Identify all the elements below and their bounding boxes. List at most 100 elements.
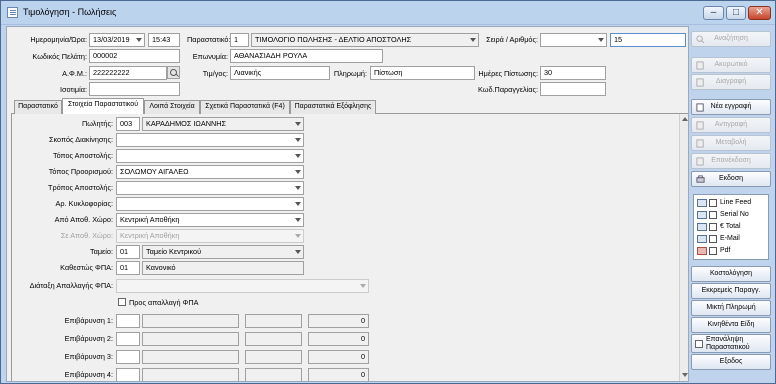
issue-button[interactable]: Εκδοση: [691, 171, 771, 187]
app-window: Τιμολόγηση - Πωλήσεις ‒ □ ✕ Ημερομηνία/Ώ…: [0, 0, 776, 384]
tab-related-documents[interactable]: Σχετικά Παραστατικά (F4): [200, 100, 290, 114]
afm-label: Α.Φ.Μ.:: [62, 69, 87, 78]
order-code-label: Κωδ.Παραγγελίας:: [477, 85, 538, 94]
name-field[interactable]: ΑΘΑΝΑΣΙΑΔΗ ΡΟΥΛΑ: [230, 49, 383, 63]
delete-button[interactable]: Διαγραφή: [691, 74, 771, 90]
credit-days-field[interactable]: 30: [540, 66, 606, 80]
close-button[interactable]: ✕: [748, 6, 771, 20]
copy-button[interactable]: Αντιγραφή: [691, 117, 771, 133]
charge-name-field: [142, 314, 239, 328]
time-field[interactable]: 15:43: [148, 33, 180, 47]
cash-code-field[interactable]: 01: [116, 245, 140, 259]
charge-code-field[interactable]: [116, 368, 140, 381]
vehicle-select[interactable]: [116, 197, 304, 211]
chevron-down-icon: [295, 122, 301, 126]
charge-value-field: 0: [308, 314, 369, 328]
minimize-button[interactable]: ‒: [703, 6, 724, 20]
afm-field[interactable]: 222222222: [89, 66, 167, 80]
doc-code-field[interactable]: 1: [230, 33, 249, 47]
charge-rate-field: [245, 368, 302, 381]
pricelist-field[interactable]: Λιανικής: [230, 66, 330, 80]
vat-exempt-select[interactable]: [116, 279, 369, 293]
reissue-button[interactable]: Επανέκδοση: [691, 153, 771, 169]
charge-code-field[interactable]: [116, 350, 140, 364]
order-code-field[interactable]: [540, 82, 606, 96]
main-form: Ημερομηνία/Ώρα: 13/03/2019 15:43 Παραστα…: [6, 26, 689, 382]
tab-payment-documents[interactable]: Παραστατικά Εξόφλησης: [290, 100, 376, 114]
action-sidebar: Αναζήτηση Ακυρωτικό Διαγραφή Νέα εγγραφή…: [689, 26, 774, 382]
date-field[interactable]: 13/03/2019: [89, 33, 145, 47]
doc-type-label: Παραστατικό:: [187, 35, 231, 44]
charge-name-field: [142, 368, 239, 381]
title-bar: Τιμολόγηση - Πωλήσεις ‒ □ ✕: [1, 1, 775, 25]
moved-items-button[interactable]: Κινηθέντα Είδη: [691, 317, 771, 333]
mixed-payment-button[interactable]: Μικτή Πληρωμή: [691, 300, 771, 316]
vat-exempt-checkbox[interactable]: [118, 298, 126, 306]
cancel-document-button[interactable]: Ακυρωτικό: [691, 57, 771, 73]
delete-icon: [696, 78, 704, 87]
charge-rate-field: [245, 332, 302, 346]
charge-value-field: 0: [308, 368, 369, 381]
payment-field[interactable]: Πίστωση: [370, 66, 475, 80]
serial-no-icon: [697, 211, 707, 219]
charge-rate-field: [245, 314, 302, 328]
repeat-document-toggle[interactable]: Επανάληψη Παραστατικού: [691, 334, 771, 353]
tab-document[interactable]: Παραστατικό: [14, 100, 62, 114]
charge-code-field[interactable]: [116, 314, 140, 328]
edit-button[interactable]: Μεταβολή: [691, 135, 771, 151]
shipping-method-select[interactable]: [116, 181, 304, 195]
vat-exempt-label: Διάταξη Απαλλαγής ΦΠΑ:: [29, 281, 113, 290]
line-feed-icon: [697, 199, 707, 207]
purpose-select[interactable]: [116, 133, 304, 147]
print-options-box: Line Feed Serial No € Total E-Mail Pdf: [693, 194, 769, 260]
tab-other-details[interactable]: Λοιπά Στοιχεία: [144, 100, 200, 114]
salesman-select[interactable]: ΚΑΡΑΔΗΜΟΣ ΙΩΑΝΝΗΣ: [142, 117, 304, 131]
scroll-down-icon[interactable]: [682, 373, 688, 377]
new-document-icon: [696, 103, 704, 112]
number-field[interactable]: 15: [610, 33, 686, 47]
costing-button[interactable]: Κοστολόγηση: [691, 266, 771, 282]
destination-select[interactable]: ΣΟΛΩΜΟΥ ΑΙΓΑΛΕΩ: [116, 165, 304, 179]
euro-total-checkbox: [709, 223, 717, 231]
balance-field[interactable]: [89, 82, 180, 96]
salesman-code-field[interactable]: 003: [116, 117, 140, 131]
shipping-place-label: Τόπος Αποστολής:: [52, 151, 113, 160]
charge-rate-field: [245, 350, 302, 364]
maximize-button[interactable]: □: [726, 6, 746, 20]
pending-orders-button[interactable]: Εκκρεμείς Παραγγ.: [691, 283, 771, 299]
pdf-checkbox: [709, 247, 717, 255]
chevron-down-icon: [295, 218, 301, 222]
cash-select[interactable]: Ταμείο Κεντρικού: [142, 245, 304, 259]
to-warehouse-select[interactable]: Κεντρική Αποθήκη: [116, 229, 304, 243]
email-checkbox: [709, 235, 717, 243]
reissue-icon: [696, 157, 704, 166]
charge-code-field[interactable]: [116, 332, 140, 346]
search-button[interactable]: Αναζήτηση: [691, 31, 771, 47]
search-icon[interactable]: [167, 66, 180, 79]
chevron-down-icon: [295, 202, 301, 206]
vat-code-field[interactable]: 01: [116, 261, 140, 275]
repeat-document-checkbox: [695, 340, 703, 348]
document-icon: [696, 61, 704, 70]
charge-label-4: Επιβάρυνση 4:: [64, 370, 113, 379]
customer-code-field[interactable]: 000002: [89, 49, 180, 63]
search-icon: [696, 35, 705, 44]
series-select[interactable]: [540, 33, 607, 47]
charge-value-field: 0: [308, 350, 369, 364]
serial-no-checkbox: [709, 211, 717, 219]
scroll-up-icon[interactable]: [682, 117, 688, 121]
panel-scrollbar[interactable]: [679, 114, 688, 381]
series-label: Σειρά / Αριθμός:: [486, 35, 538, 44]
destination-label: Τόπος Προορισμού:: [48, 167, 113, 176]
credit-days-label: Ημέρες Πίστωσης:: [478, 69, 538, 78]
chevron-down-icon: [295, 250, 301, 254]
shipping-place-select[interactable]: [116, 149, 304, 163]
exit-button[interactable]: Εξοδος: [691, 354, 771, 370]
balance-label: Ισοτιμία:: [59, 85, 87, 94]
doc-type-select[interactable]: ΤΙΜΟΛΟΓΙΟ ΠΩΛΗΣΗΣ - ΔΕΛΤΙΟ ΑΠΟΣΤΟΛΗΣ: [251, 33, 479, 47]
tab-document-details[interactable]: Στοιχεία Παραστατικού: [62, 98, 144, 114]
chevron-down-icon: [295, 186, 301, 190]
new-record-button[interactable]: Νέα εγγραφή: [691, 99, 771, 115]
printer-icon: [696, 175, 705, 183]
from-warehouse-select[interactable]: Κεντρική Αποθήκη: [116, 213, 304, 227]
